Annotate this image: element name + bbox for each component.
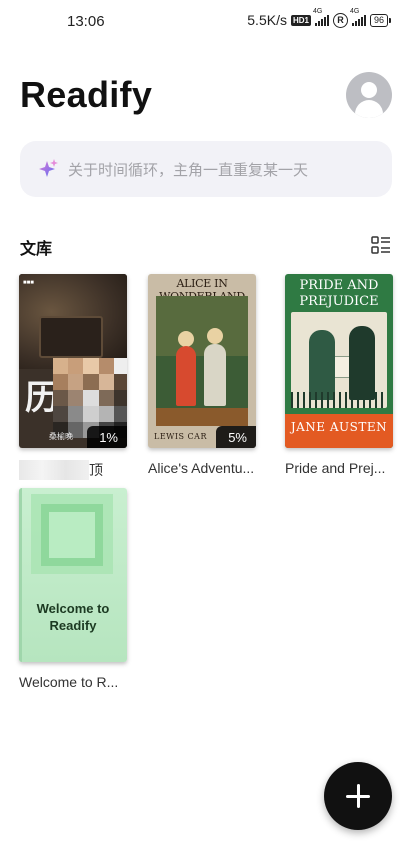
battery-icon: 96: [369, 13, 391, 27]
sparkle-icon: [39, 159, 58, 177]
cover-author: JANE AUSTEN: [290, 420, 388, 434]
book-cover[interactable]: ALICE IN WONDERLAND LEWIS CAR 5%: [148, 274, 256, 448]
book-title: Pride and Prej...: [285, 460, 386, 476]
cover-illustration: [291, 312, 387, 408]
status-time: 13:06: [67, 13, 105, 30]
book-title: Alice's Adventu...: [148, 460, 255, 476]
redacted-title: [19, 460, 89, 480]
cover-title: Welcome to Readify: [36, 601, 110, 633]
app-title: Readify: [20, 74, 153, 115]
cover-publisher-mark: ■■■: [23, 280, 34, 286]
user-avatar-icon[interactable]: [346, 72, 392, 118]
cover-author: LEWIS CAR: [154, 432, 207, 441]
signal-icon-2: 4G: [350, 8, 366, 26]
book-card[interactable]: ■■■ 历 桑榆晚 1% 顶: [19, 274, 127, 480]
net-speed: 5.5K/s: [247, 12, 287, 28]
library-title: 文库: [20, 241, 53, 258]
book-title: Welcome to R...: [19, 674, 119, 690]
hd-badge: HD1: [290, 14, 311, 26]
book-title: 顶: [89, 462, 103, 478]
book-card[interactable]: PRIDE AND PREJUDICE JANE AUSTEN Pride an…: [285, 274, 393, 476]
status-bar: 13:06 5.5K/s HD1 4G R 4G 96: [0, 0, 415, 44]
search-input[interactable]: 关于时间循环，主角一直重复某一天: [20, 141, 392, 197]
cover-subtitle: 桑榆晚: [49, 432, 73, 441]
list-view-icon[interactable]: [371, 235, 391, 255]
book-cover[interactable]: PRIDE AND PREJUDICE JANE AUSTEN: [285, 274, 393, 448]
cover-title: PRIDE AND PREJUDICE: [299, 278, 379, 309]
status-right: 5.5K/s HD1 4G R 4G 96: [247, 8, 391, 28]
roaming-icon: R: [332, 12, 348, 28]
book-card[interactable]: ALICE IN WONDERLAND LEWIS CAR 5% Alice's…: [148, 274, 256, 476]
progress-badge: 5%: [216, 426, 256, 448]
signal-icon: 4G: [313, 8, 329, 26]
book-card[interactable]: Welcome to Readify Welcome to R...: [19, 488, 127, 690]
book-cover[interactable]: ■■■ 历 桑榆晚 1%: [19, 274, 127, 448]
add-book-button[interactable]: [324, 762, 392, 830]
book-cover[interactable]: Welcome to Readify: [19, 488, 127, 662]
cover-illustration: [156, 296, 248, 426]
search-placeholder: 关于时间循环，主角一直重复某一天: [68, 161, 309, 179]
progress-badge: 1%: [87, 426, 127, 448]
